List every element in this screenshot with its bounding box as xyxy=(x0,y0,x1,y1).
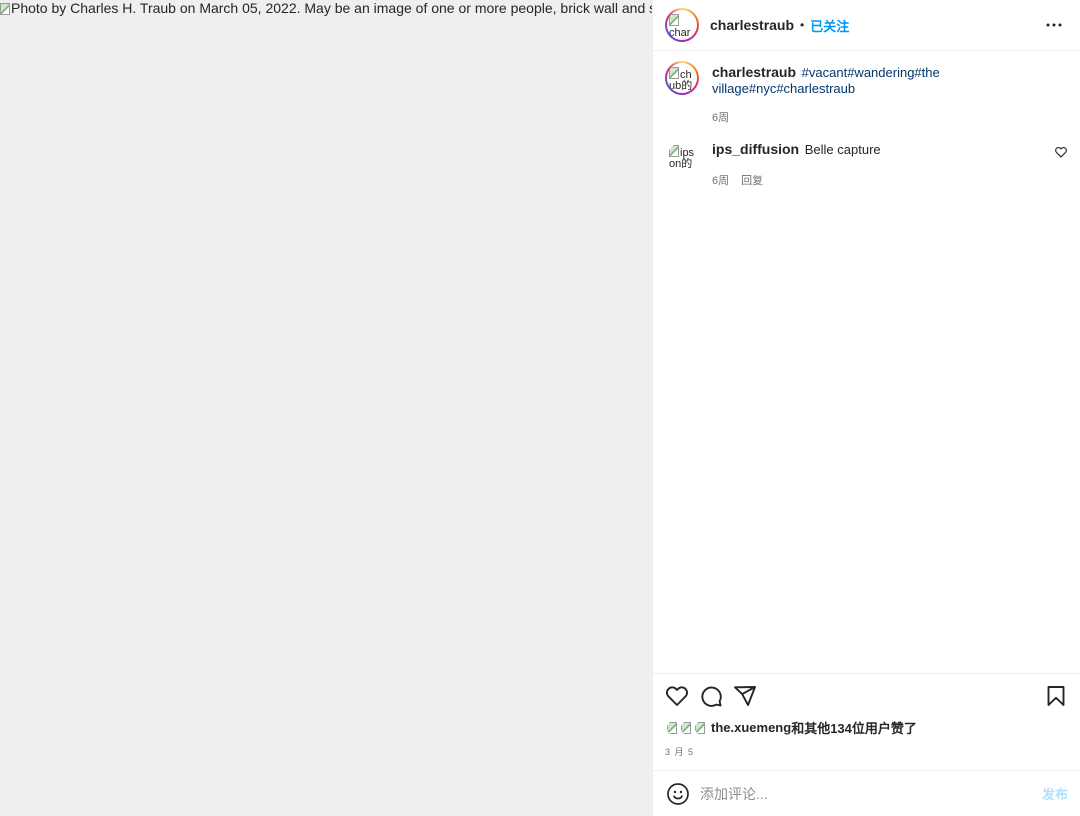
emoji-icon[interactable] xyxy=(666,782,690,806)
caption-hashtags[interactable]: #vacant#wandering#the xyxy=(802,65,940,80)
caption-time[interactable]: 6周 xyxy=(712,109,729,125)
more-options-icon[interactable] xyxy=(1042,13,1066,37)
likes-summary[interactable]: the.xuemeng 和其他134位用户赞了 xyxy=(665,718,1068,737)
broken-image-icon xyxy=(669,144,679,157)
broken-image-icon xyxy=(0,2,10,15)
comment-like-icon[interactable] xyxy=(1054,145,1068,159)
liker-avatars xyxy=(665,719,709,736)
add-comment-input[interactable] xyxy=(700,785,1042,802)
media-alt-text: Photo by Charles H. Traub on March 05, 2… xyxy=(11,0,652,16)
liker-avatar xyxy=(693,719,709,736)
add-comment-bar: 发布 xyxy=(653,770,1080,816)
header-username[interactable]: charlestraub xyxy=(710,17,794,33)
caption-avatar[interactable]: ch ub的 xyxy=(665,61,699,95)
broken-image-icon xyxy=(669,66,679,79)
avatar-alt-text: char xyxy=(669,27,691,39)
comment-avatar[interactable]: ips on的 xyxy=(667,142,699,174)
comment-username[interactable]: ips_diffusion xyxy=(712,141,799,157)
comment-item: ips on的 ips_diffusion Belle capture 6周 回… xyxy=(665,139,1068,188)
reply-button[interactable]: 回复 xyxy=(741,172,763,188)
caption: ch ub的 charlestraub #vacant#wandering#th… xyxy=(665,61,1068,125)
follow-status-button[interactable]: 已关注 xyxy=(810,16,849,35)
post-actions: the.xuemeng 和其他134位用户赞了 3 月 5 xyxy=(653,673,1080,770)
comment-text: Belle capture xyxy=(804,142,881,157)
broken-image-icon xyxy=(694,720,708,735)
header-avatar[interactable]: char xyxy=(665,8,699,42)
comment-time[interactable]: 6周 xyxy=(712,172,729,188)
broken-image-icon xyxy=(680,720,694,735)
caption-username[interactable]: charlestraub xyxy=(712,64,796,80)
comments-list[interactable]: ch ub的 charlestraub #vacant#wandering#th… xyxy=(653,51,1080,673)
save-bookmark-icon[interactable] xyxy=(1044,684,1068,708)
broken-image-icon xyxy=(669,13,679,26)
post-comment-button[interactable]: 发布 xyxy=(1042,784,1068,803)
liker-avatar xyxy=(679,719,695,736)
broken-image-icon xyxy=(666,720,680,735)
like-heart-icon[interactable] xyxy=(665,684,689,708)
likes-count-text[interactable]: 和其他134位用户赞了 xyxy=(791,718,917,737)
post-viewer: Photo by Charles H. Traub on March 05, 2… xyxy=(0,0,1080,816)
separator-dot: • xyxy=(800,18,805,32)
post-media[interactable]: Photo by Charles H. Traub on March 05, 2… xyxy=(0,0,652,816)
media-alt: Photo by Charles H. Traub on March 05, 2… xyxy=(0,0,652,16)
post-date[interactable]: 3 月 5 xyxy=(665,745,1068,770)
share-paper-plane-icon[interactable] xyxy=(733,684,757,708)
post-header: char charlestraub • 已关注 xyxy=(653,0,1080,51)
comment-bubble-icon[interactable] xyxy=(699,684,723,708)
post-side-panel: char charlestraub • 已关注 ch ub的 charlestr… xyxy=(652,0,1080,816)
caption-hashtags-cont[interactable]: village#nyc#charlestraub xyxy=(712,81,855,96)
liker-username[interactable]: the.xuemeng xyxy=(711,720,791,735)
liker-avatar xyxy=(665,719,681,736)
